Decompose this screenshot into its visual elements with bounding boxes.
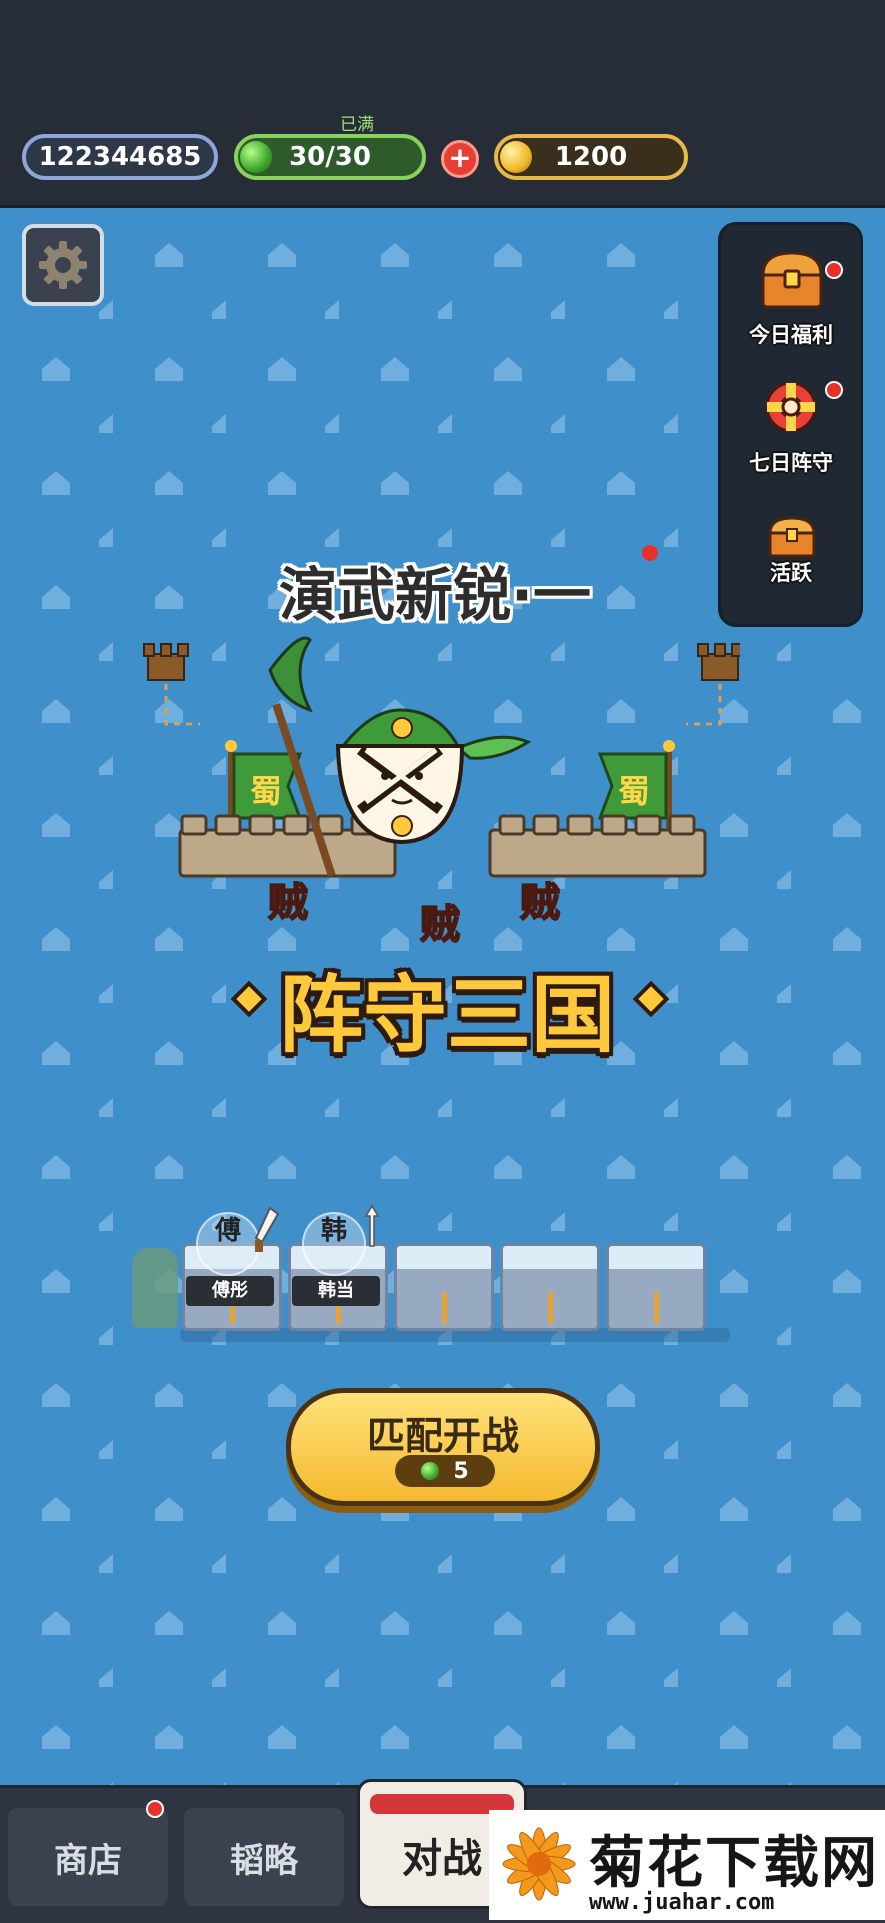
notification-dot <box>825 261 843 279</box>
site-watermark: 菊花下载网 www.juahar.com <box>489 1810 885 1920</box>
stage-title: 演武新锐·一 <box>278 561 592 629</box>
svg-text:贼: 贼 <box>268 880 308 926</box>
match-battle-label: 匹配开战 <box>366 1414 519 1458</box>
energy-orb-icon <box>240 141 272 173</box>
daily-welfare-label: 今日福利 <box>749 323 833 347</box>
game-title: 阵守三国 <box>278 966 615 1064</box>
player-id-display: 122344685 <box>22 134 218 180</box>
add-energy-button[interactable]: + <box>441 140 479 178</box>
seven-day-defense-button[interactable]: 七日阵守 <box>729 361 853 479</box>
seven-day-defense-label: 七日阵守 <box>749 451 833 475</box>
hero-slot-3[interactable] <box>394 1243 494 1331</box>
energy-orb-icon <box>421 1462 440 1480</box>
svg-text:蜀: 蜀 <box>618 772 650 810</box>
energy-full-label: 已满 <box>340 115 374 135</box>
daily-welfare-button[interactable]: 今日福利 <box>729 233 853 351</box>
hero-name-fu-tong: 傅彤 <box>186 1276 274 1306</box>
gold-coin-icon <box>500 141 532 173</box>
svg-text:贼: 贼 <box>520 880 560 926</box>
watermark-brand: 菊花下载网 <box>589 1831 879 1896</box>
tab-strategy[interactable]: 韬略 <box>184 1808 344 1906</box>
top-status-bar: 122344685 已满 30/30 + 1200 <box>0 0 885 208</box>
game-logo-illustration: 蜀 蜀 贼 贼 贼 <box>143 636 740 949</box>
left-tower-icon <box>143 643 200 726</box>
notification-dot <box>825 381 843 399</box>
bandit-enemies: 贼 贼 贼 <box>267 879 561 949</box>
svg-text:贼: 贼 <box>420 902 460 948</box>
energy-cost-value: 5 <box>453 1458 469 1484</box>
small-chest-icon <box>768 516 816 558</box>
sword-icon <box>254 1206 280 1252</box>
chrysanthemum-logo-icon <box>502 1827 576 1901</box>
activity-label: 活跃 <box>770 561 812 585</box>
hero-slot-5[interactable] <box>606 1243 706 1331</box>
side-menu: 今日福利 七日阵守 活跃 <box>718 222 863 627</box>
bush-decoration <box>132 1248 178 1328</box>
right-wall <box>488 814 707 878</box>
hero-avatar-han-dang[interactable]: 韩 <box>302 1212 366 1276</box>
hero-avatar-fu-tong[interactable]: 傅 <box>196 1212 260 1276</box>
gear-icon <box>39 241 87 289</box>
tab-strategy-label: 韬略 <box>230 1840 298 1881</box>
hero-name-han-dang: 韩当 <box>292 1276 380 1306</box>
match-battle-button[interactable]: 匹配开战 5 <box>286 1388 600 1506</box>
right-tower-icon <box>686 643 740 726</box>
arrow-icon <box>364 1204 380 1247</box>
notification-dot <box>146 1800 164 1818</box>
treasure-chest-icon <box>761 251 823 309</box>
tab-shop[interactable]: 商店 <box>8 1808 168 1906</box>
activity-button[interactable]: 活跃 <box>729 483 853 601</box>
hero-slot-4[interactable] <box>500 1243 600 1331</box>
svg-text:蜀: 蜀 <box>250 772 282 810</box>
tab-shop-label: 商店 <box>54 1840 122 1881</box>
energy-cost: 5 <box>395 1455 495 1487</box>
watermark-url: www.juahar.com <box>589 1890 775 1915</box>
settings-button[interactable] <box>22 224 104 306</box>
lifebuoy-gift-icon <box>765 381 817 433</box>
